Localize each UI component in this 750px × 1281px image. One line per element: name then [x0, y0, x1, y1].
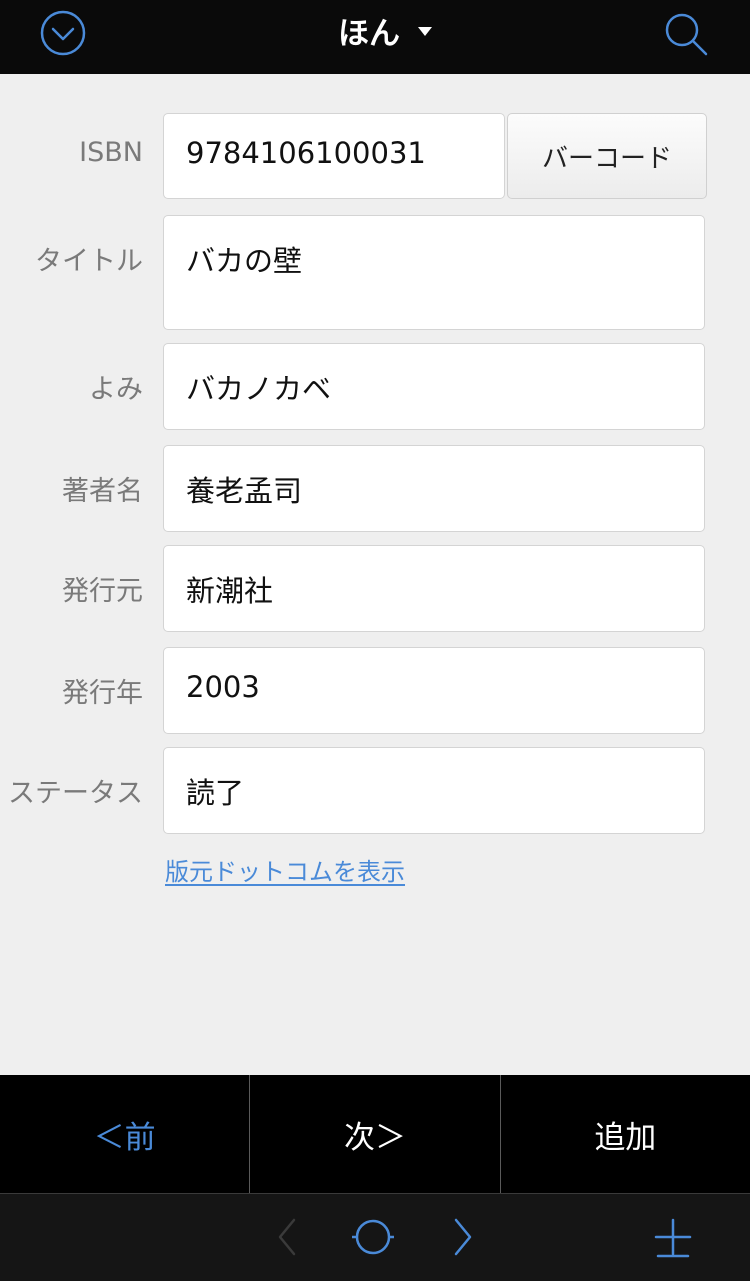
- action-bar: ＜前 次＞ 追加: [0, 1075, 750, 1193]
- page-title[interactable]: ほん: [300, 0, 470, 60]
- publisher-field[interactable]: 新潮社: [163, 545, 705, 632]
- yomi-row: よみ バカノカベ: [0, 343, 750, 431]
- add-button[interactable]: 追加: [499, 1075, 750, 1193]
- publisher-row: 発行元 新潮社: [0, 545, 750, 633]
- title-field[interactable]: バカの壁: [163, 215, 705, 330]
- title-label: タイトル: [35, 246, 143, 277]
- chevron-down-circle-icon[interactable]: [38, 10, 88, 60]
- author-label: 著者名: [62, 476, 143, 507]
- status-row: ステータス 読了: [0, 747, 750, 835]
- title-row: タイトル バカの壁: [0, 215, 750, 331]
- barcode-button[interactable]: バーコード: [507, 113, 707, 199]
- bottom-toolbar: [0, 1193, 750, 1281]
- circle-icon[interactable]: [348, 1212, 398, 1262]
- header-bar: ほん: [0, 0, 750, 74]
- isbn-field[interactable]: 9784106100031: [163, 113, 505, 199]
- prev-button[interactable]: ＜前: [0, 1075, 249, 1193]
- back-arrow-icon[interactable]: [262, 1212, 312, 1262]
- dropdown-triangle-icon: [418, 26, 432, 36]
- forward-arrow-icon[interactable]: [438, 1212, 488, 1262]
- yomi-label: よみ: [89, 374, 143, 405]
- search-icon[interactable]: [660, 10, 710, 60]
- page-title-text: ほん: [338, 15, 400, 52]
- year-field[interactable]: 2003: [163, 647, 705, 734]
- author-row: 著者名 養老孟司: [0, 445, 750, 533]
- isbn-row: ISBN 9784106100031 バーコード: [0, 113, 750, 201]
- isbn-label: ISBN: [79, 137, 143, 168]
- year-row: 発行年 2003: [0, 647, 750, 735]
- status-field[interactable]: 読了: [163, 747, 705, 834]
- plus-icon[interactable]: [648, 1212, 698, 1262]
- next-button[interactable]: 次＞: [249, 1075, 499, 1193]
- status-label: ステータス: [8, 778, 143, 809]
- hanmoto-link[interactable]: 版元ドットコムを表示: [165, 852, 405, 887]
- author-field[interactable]: 養老孟司: [163, 445, 705, 532]
- publisher-label: 発行元: [62, 576, 143, 607]
- year-label: 発行年: [62, 678, 143, 709]
- yomi-field[interactable]: バカノカベ: [163, 343, 705, 430]
